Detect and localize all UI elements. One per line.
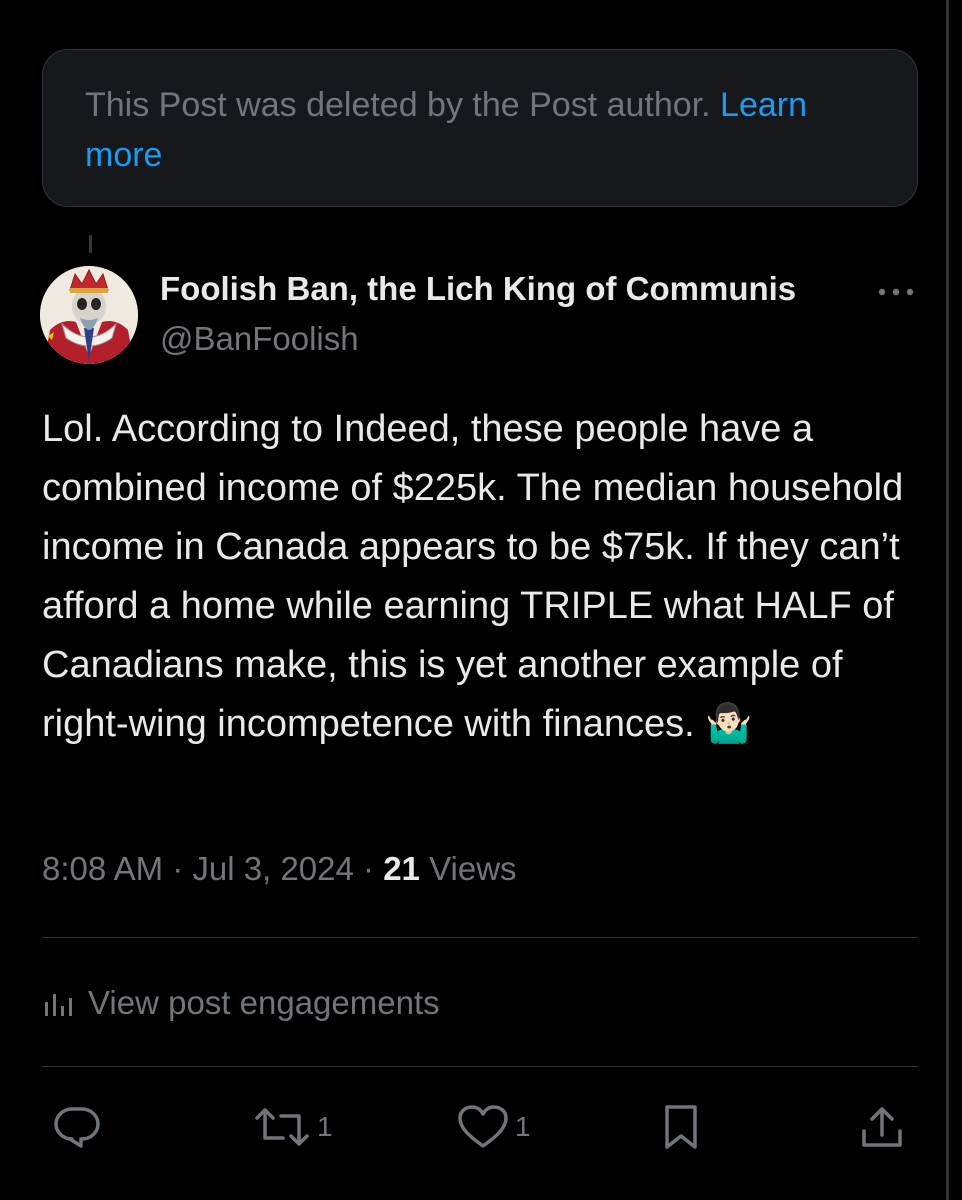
post-time[interactable]: 8:08 AM [42,850,163,887]
view-engagements-label: View post engagements [88,984,440,1021]
views-count: 21 [383,850,420,887]
author-display-name[interactable]: Foolish Ban, the Lich King of Communis [160,270,796,308]
author-handle[interactable]: @BanFoolish [160,320,359,358]
view-engagements-button[interactable]: View post engagements [42,980,440,1026]
bookmark-button[interactable] [662,1102,700,1152]
post-date[interactable]: Jul 3, 2024 [192,850,353,887]
repost-icon [255,1108,309,1146]
share-icon [862,1107,902,1147]
views-label: Views [419,850,517,887]
bar-chart-icon [45,994,72,1016]
post-meta: 8:08 AM · Jul 3, 2024 · 21 Views [42,850,517,888]
reply-icon [54,1107,100,1148]
thread-connector-line [89,235,92,253]
heart-icon [458,1105,508,1148]
bookmark-icon [665,1105,697,1149]
divider [42,1066,918,1067]
deleted-notice-text: This Post was deleted by the Post author… [85,86,721,124]
repost-count: 1 [317,1111,333,1142]
divider [42,937,918,938]
like-count: 1 [515,1111,531,1142]
deleted-post-notice: This Post was deleted by the Post author… [42,49,918,207]
share-button[interactable] [858,1102,906,1152]
reply-button[interactable] [52,1102,102,1152]
more-options-icon[interactable] [874,282,918,302]
post-text: Lol. According to Indeed, these people h… [42,408,904,745]
like-button[interactable]: 1 [457,1102,531,1152]
meta-separator: · [163,850,193,887]
scrollbar-edge [946,0,949,1200]
meta-separator: · [353,850,384,887]
avatar[interactable] [40,266,138,364]
skull-king-avatar-icon [40,266,138,364]
repost-button[interactable]: 1 [253,1102,333,1152]
